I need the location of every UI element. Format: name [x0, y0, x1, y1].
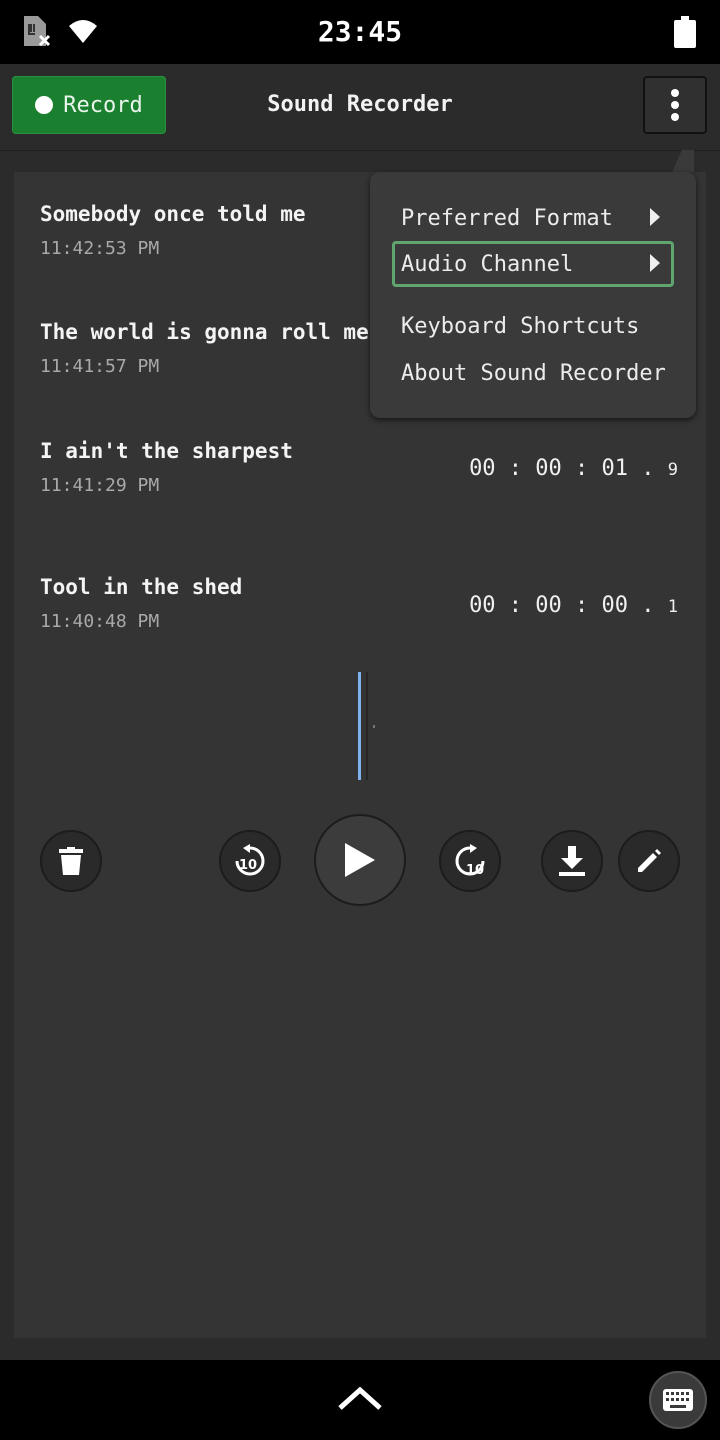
recording-item[interactable]: Tool in the shed 11:40:48 PM: [40, 575, 242, 632]
delete-button[interactable]: [40, 830, 102, 892]
keyboard-icon: [663, 1389, 693, 1411]
play-button[interactable]: [314, 814, 406, 906]
menu-item-audio-channel[interactable]: Audio Channel: [392, 241, 674, 287]
recording-item[interactable]: The world is gonna roll me 11:41:57 PM: [40, 320, 369, 377]
menu-item-label: About Sound Recorder: [401, 360, 666, 386]
edit-icon: [638, 849, 661, 872]
delete-icon: [59, 847, 83, 875]
recording-duration: 00 : 00 : 00 . 1: [469, 593, 678, 618]
replay-10-button[interactable]: 10: [219, 830, 281, 892]
recording-duration-main: 00 : 00 : 00 .: [469, 593, 655, 618]
record-button[interactable]: Record: [12, 76, 166, 134]
waveform-sample: [373, 725, 375, 728]
forward-10-button[interactable]: 10: [439, 830, 501, 892]
status-clock: 23:45: [317, 15, 403, 48]
recording-item[interactable]: Somebody once told me 11:42:53 PM: [40, 202, 306, 259]
edit-button[interactable]: [618, 830, 680, 892]
svg-text:10: 10: [466, 863, 484, 878]
download-icon: [559, 846, 585, 876]
waveform-track: [366, 672, 368, 780]
play-icon: [345, 843, 375, 877]
chevron-up-icon: [338, 1386, 382, 1410]
menu-item-preferred-format[interactable]: Preferred Format: [392, 195, 674, 241]
svg-text:10: 10: [239, 858, 257, 873]
options-popup-menu: Preferred Format Audio Channel Keyboard …: [370, 172, 696, 418]
more-vert-icon: [671, 89, 679, 121]
record-dot-icon: [35, 96, 54, 114]
recording-duration: 00 : 00 : 01 . 9: [469, 456, 678, 481]
popup-menu-pointer: [672, 150, 694, 172]
download-button[interactable]: [541, 830, 603, 892]
recording-time: 11:41:57 PM: [40, 356, 160, 377]
status-bar: 23:45: [0, 0, 720, 64]
more-options-button[interactable]: [643, 76, 707, 134]
recording-title: The world is gonna roll me: [40, 320, 369, 344]
recording-duration-fraction: 1: [667, 597, 678, 617]
recording-duration-main: 00 : 00 : 01 .: [469, 456, 655, 481]
menu-item-label: Preferred Format: [401, 205, 613, 231]
submenu-arrow-icon: [650, 208, 660, 226]
record-button-label: Record: [63, 92, 143, 118]
forward-10-icon: 10: [455, 844, 485, 878]
battery-icon: [674, 16, 696, 52]
recording-time: 11:40:48 PM: [40, 611, 160, 632]
expand-up-button[interactable]: [336, 1384, 384, 1416]
menu-item-label: Keyboard Shortcuts: [401, 313, 640, 339]
recording-title: Tool in the shed: [40, 575, 243, 599]
menu-item-keyboard-shortcuts[interactable]: Keyboard Shortcuts: [392, 303, 674, 349]
recording-duration-fraction: 9: [667, 460, 678, 480]
recording-time: 11:41:29 PM: [40, 475, 160, 496]
submenu-arrow-icon: [650, 254, 660, 272]
recording-title: I ain't the sharpest: [40, 439, 293, 463]
waveform-playhead[interactable]: [358, 672, 361, 780]
recording-title: Somebody once told me: [40, 202, 306, 226]
replay-10-icon: 10: [235, 844, 265, 876]
keyboard-button[interactable]: [649, 1371, 707, 1429]
menu-item-about[interactable]: About Sound Recorder: [392, 350, 674, 396]
recording-time: 11:42:53 PM: [40, 238, 160, 259]
recording-item[interactable]: I ain't the sharpest 11:41:29 PM: [40, 439, 293, 496]
navigation-bar: [0, 1360, 720, 1440]
app-header: Record Sound Recorder: [0, 64, 720, 151]
menu-item-label: Audio Channel: [401, 251, 574, 277]
